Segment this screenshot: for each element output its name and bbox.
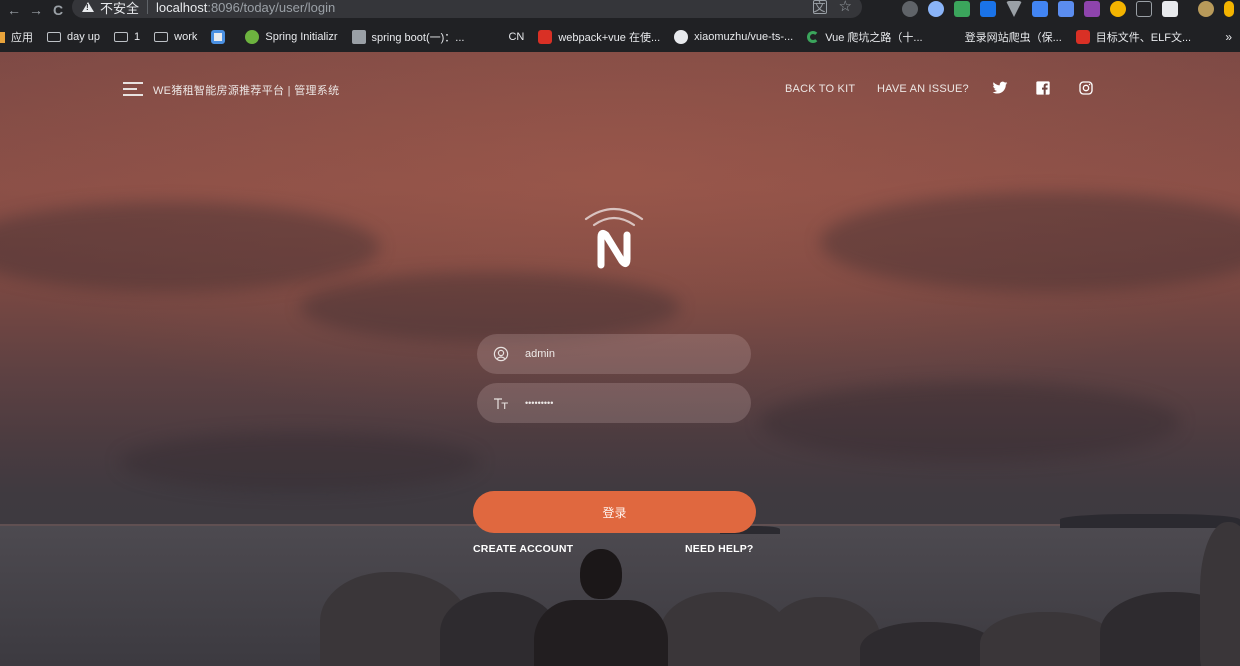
page-favicon-icon <box>351 30 366 44</box>
green-c-icon <box>807 31 820 43</box>
bookmark-item[interactable]: 登录网站爬虫（保... <box>965 29 1062 45</box>
extension-icons <box>902 0 1240 18</box>
bookmark-item[interactable]: 1 <box>114 31 140 43</box>
bookmark-label: work <box>174 31 198 43</box>
insecure-label: 不安全 <box>100 0 140 16</box>
password-input[interactable] <box>525 398 725 408</box>
apps-grid-icon <box>0 31 5 43</box>
bookmark-item[interactable]: Spring Initializr <box>245 30 338 44</box>
bookmark-label: 应用 <box>11 32 33 44</box>
bookmark-star-icon[interactable]: ☆ <box>839 0 852 15</box>
facebook-icon[interactable] <box>1035 80 1051 96</box>
bookmark-label: 登录网站爬虫（保... <box>964 32 1062 44</box>
bookmark-label: day up <box>67 31 101 43</box>
island <box>1060 514 1240 528</box>
cloud <box>300 272 680 342</box>
bookmark-item[interactable]: CN <box>508 31 524 43</box>
warning-icon <box>82 2 94 12</box>
bookmark-label: spring boot(一)：... <box>371 32 465 44</box>
extension-s-outline-icon[interactable] <box>1136 1 1152 17</box>
bookmark-label: Vue 爬坑之路（十... <box>825 32 923 44</box>
username-input[interactable] <box>525 348 725 360</box>
avatar[interactable] <box>1198 1 1214 17</box>
menu-icon[interactable] <box>123 82 143 96</box>
extension-shield-icon[interactable] <box>954 1 970 17</box>
extension-yellow-icon[interactable] <box>1224 1 1234 17</box>
extension-vue-icon[interactable] <box>1006 1 1022 17</box>
url-path: :8096/today/user/login <box>207 0 336 15</box>
favicon-blue-icon <box>211 30 226 44</box>
github-icon <box>674 30 689 44</box>
bookmark-item[interactable]: work <box>154 31 197 43</box>
extension-layers-icon[interactable] <box>1058 1 1074 17</box>
person-head <box>580 549 622 599</box>
address-row: ← → C 不安全 localhost :8096/today/user/log… <box>0 0 1240 20</box>
cloud <box>760 382 1180 462</box>
folder-icon <box>47 32 61 42</box>
url-host: localhost <box>156 0 208 15</box>
cloud <box>120 432 480 492</box>
forward-arrow-icon[interactable]: → <box>28 2 44 18</box>
extension-color-icon[interactable] <box>1110 1 1126 17</box>
bookmark-item[interactable]: 目标文件、ELF文... <box>1075 29 1192 45</box>
bookmark-item[interactable]: webpack+vue 在使... <box>538 29 660 45</box>
bookmarks-bar: 应用 day up 1 work Spring Initializr sprin… <box>0 24 1240 50</box>
instagram-icon[interactable] <box>1078 80 1094 96</box>
folder-icon <box>114 32 129 42</box>
rock <box>1200 522 1240 666</box>
bookmark-item[interactable]: xiaomuzhu/vue-ts-... <box>674 30 793 44</box>
login-button[interactable]: 登录 <box>473 491 756 533</box>
site-title: WE猪租智能房源推荐平台 | 管理系统 <box>153 85 340 97</box>
bookmark-item[interactable]: spring boot(一)：... <box>351 29 465 45</box>
n-logo-icon <box>584 208 644 269</box>
csdn-c-icon <box>538 30 553 44</box>
bookmark-item[interactable] <box>211 30 231 44</box>
extension-blue-icon[interactable] <box>980 1 996 17</box>
bookmark-label: webpack+vue 在使... <box>558 32 661 44</box>
bookmark-label: Spring Initializr <box>265 31 338 43</box>
person-silhouette <box>534 600 668 666</box>
extension-purple-icon[interactable] <box>1084 1 1100 17</box>
reload-icon[interactable]: C <box>50 2 66 18</box>
translate-icon[interactable]: 文 <box>812 0 827 14</box>
bookmark-item[interactable]: day up <box>47 31 100 43</box>
divider <box>147 0 149 14</box>
user-icon <box>493 346 509 362</box>
twitter-icon[interactable] <box>992 80 1008 96</box>
address-bar[interactable]: 不安全 localhost :8096/today/user/login 文 ☆ <box>72 0 862 18</box>
browser-chrome: ← → C 不安全 localhost :8096/today/user/log… <box>0 0 1240 52</box>
password-field[interactable] <box>477 383 751 423</box>
bookmark-item[interactable]: 应用 <box>0 29 33 45</box>
extension-share-icon[interactable] <box>1032 1 1048 17</box>
create-account-link[interactable]: CREATE ACCOUNT <box>473 543 573 555</box>
login-page: WE猪租智能房源推荐平台 | 管理系统 BACK TO KIT HAVE AN … <box>0 52 1240 666</box>
bookmark-item[interactable]: Vue 爬坑之路（十... <box>807 29 923 45</box>
text-size-icon <box>494 398 508 409</box>
folder-icon <box>154 32 169 42</box>
bookmark-label: 目标文件、ELF文... <box>1095 32 1192 44</box>
site-header: WE猪租智能房源推荐平台 | 管理系统 BACK TO KIT HAVE AN … <box>0 52 1240 126</box>
extension-glasses-icon[interactable] <box>902 1 918 17</box>
bookmark-label: 1 <box>134 31 141 43</box>
spring-leaf-icon <box>245 30 260 44</box>
bookmarks-more-button[interactable]: » <box>1225 30 1232 44</box>
extension-circle-icon[interactable] <box>928 1 944 17</box>
bookmark-label: CN <box>508 31 525 43</box>
csdn-c-icon <box>1075 30 1090 44</box>
back-arrow-icon[interactable]: ← <box>6 2 22 18</box>
extension-s-blue-icon[interactable] <box>1162 1 1178 17</box>
need-help-link[interactable]: NEED HELP? <box>685 543 754 555</box>
bookmark-label: xiaomuzhu/vue-ts-... <box>694 31 794 43</box>
back-to-kit-link[interactable]: BACK TO KIT <box>785 83 855 95</box>
username-field[interactable] <box>477 334 751 374</box>
have-an-issue-link[interactable]: HAVE AN ISSUE? <box>877 83 969 95</box>
